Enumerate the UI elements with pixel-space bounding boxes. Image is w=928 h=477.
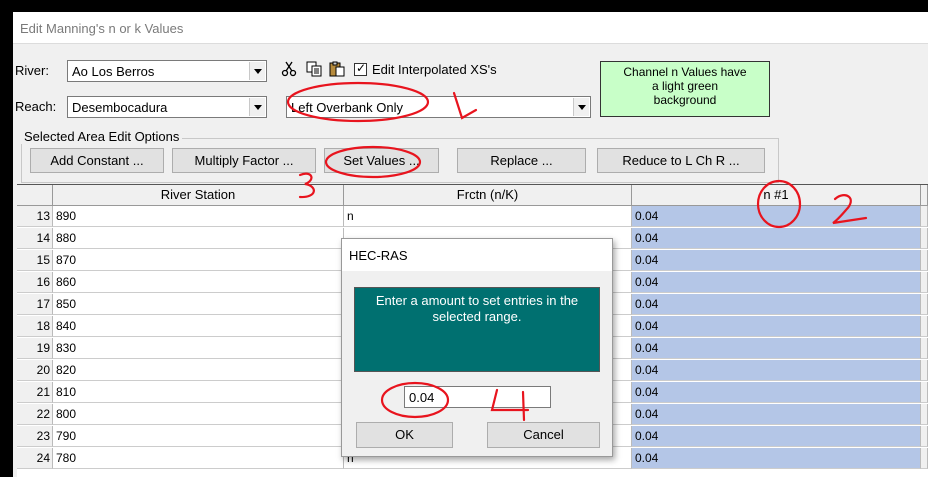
column-header-frctn[interactable]: Frctn (n/K) [344, 185, 632, 206]
next-column-cell [921, 316, 928, 337]
row-number: 24 [17, 448, 53, 469]
info-line-1: Channel n Values have [623, 65, 747, 79]
next-column-cell [921, 404, 928, 425]
set-values-button[interactable]: Set Values ... [324, 148, 439, 173]
info-line-3: background [653, 93, 717, 107]
river-select[interactable]: Ao Los Berros [67, 60, 267, 82]
copy-icon[interactable] [306, 61, 322, 77]
row-number: 20 [17, 360, 53, 381]
row-number: 21 [17, 382, 53, 403]
next-column-cell [921, 382, 928, 403]
column-header-n1[interactable]: n #1 [632, 185, 921, 206]
river-station-cell[interactable]: 800 [53, 404, 344, 425]
replace-button[interactable]: Replace ... [457, 148, 586, 173]
edit-manning-window: Edit Manning's n or k Values River: Ao L… [13, 12, 928, 477]
paste-icon[interactable] [329, 61, 345, 77]
dialog-title: HEC-RAS [349, 248, 408, 263]
river-station-cell[interactable]: 830 [53, 338, 344, 359]
row-number: 22 [17, 404, 53, 425]
reach-select-value: Desembocadura [72, 100, 168, 115]
row-number: 17 [17, 294, 53, 315]
region-select-value: Left Overbank Only [291, 100, 403, 115]
n1-value-cell[interactable]: 0.04 [632, 250, 921, 271]
n1-value-cell[interactable]: 0.04 [632, 228, 921, 249]
dialog-titlebar: HEC-RAS [342, 239, 612, 271]
river-station-cell[interactable]: 860 [53, 272, 344, 293]
n1-value-cell[interactable]: 0.04 [632, 448, 921, 469]
chevron-down-icon[interactable] [249, 98, 265, 116]
row-number: 15 [17, 250, 53, 271]
edit-interpolated-label: Edit Interpolated XS's [372, 62, 497, 77]
river-station-cell[interactable]: 820 [53, 360, 344, 381]
n1-value-cell[interactable]: 0.04 [632, 426, 921, 447]
column-header-river-station[interactable]: River Station [53, 185, 344, 206]
info-line-2: a light green [651, 79, 719, 93]
chevron-down-icon[interactable] [573, 98, 589, 116]
hec-ras-dialog: HEC-RAS Enter a amount to set entries in… [341, 238, 613, 457]
channel-n-info-box: Channel n Values have a light green back… [600, 61, 770, 117]
row-number: 13 [17, 206, 53, 227]
set-value-input[interactable] [404, 386, 551, 408]
table-row[interactable]: 13 890 n 0.04 [17, 206, 928, 227]
river-station-cell[interactable]: 780 [53, 448, 344, 469]
region-select[interactable]: Left Overbank Only [286, 96, 591, 118]
window-title: Edit Manning's n or k Values [20, 21, 184, 36]
frctn-cell[interactable]: n [344, 206, 632, 227]
edit-interpolated-checkbox[interactable] [354, 61, 367, 76]
edit-options-title: Selected Area Edit Options [21, 129, 183, 144]
chevron-down-icon[interactable] [249, 62, 265, 80]
ok-button[interactable]: OK [356, 422, 453, 448]
row-number: 14 [17, 228, 53, 249]
reduce-to-lchr-button[interactable]: Reduce to L Ch R ... [597, 148, 765, 173]
window-titlebar: Edit Manning's n or k Values [13, 12, 928, 44]
row-number: 19 [17, 338, 53, 359]
river-station-cell[interactable]: 890 [53, 206, 344, 227]
row-number: 16 [17, 272, 53, 293]
next-column-cell [921, 338, 928, 359]
dialog-message: Enter a amount to set entries in the sel… [354, 287, 600, 372]
river-station-cell[interactable]: 840 [53, 316, 344, 337]
n1-value-cell[interactable]: 0.04 [632, 338, 921, 359]
row-number: 18 [17, 316, 53, 337]
next-column-cell [921, 206, 928, 227]
next-column-cell [921, 228, 928, 249]
river-station-cell[interactable]: 850 [53, 294, 344, 315]
river-station-cell[interactable]: 790 [53, 426, 344, 447]
river-station-cell[interactable]: 880 [53, 228, 344, 249]
multiply-factor-button[interactable]: Multiply Factor ... [172, 148, 316, 173]
n1-value-cell[interactable]: 0.04 [632, 360, 921, 381]
next-column-cell [921, 426, 928, 447]
add-constant-button[interactable]: Add Constant ... [30, 148, 164, 173]
cut-icon[interactable] [281, 61, 297, 77]
cancel-button[interactable]: Cancel [487, 422, 600, 448]
next-column-cell [921, 272, 928, 293]
next-column-cell [921, 360, 928, 381]
n1-value-cell[interactable]: 0.04 [632, 206, 921, 227]
reach-label: Reach: [15, 99, 57, 114]
n1-value-cell[interactable]: 0.04 [632, 404, 921, 425]
column-header-next [921, 185, 928, 206]
river-station-cell[interactable]: 810 [53, 382, 344, 403]
n1-value-cell[interactable]: 0.04 [632, 382, 921, 403]
row-number: 23 [17, 426, 53, 447]
row-header-corner [17, 185, 53, 206]
reach-select[interactable]: Desembocadura [67, 96, 267, 118]
next-column-cell [921, 294, 928, 315]
n1-value-cell[interactable]: 0.04 [632, 294, 921, 315]
river-select-value: Ao Los Berros [72, 64, 155, 79]
river-station-cell[interactable]: 870 [53, 250, 344, 271]
next-column-cell [921, 250, 928, 271]
n1-value-cell[interactable]: 0.04 [632, 316, 921, 337]
river-label: River: [15, 63, 49, 78]
n1-value-cell[interactable]: 0.04 [632, 272, 921, 293]
next-column-cell [921, 448, 928, 469]
